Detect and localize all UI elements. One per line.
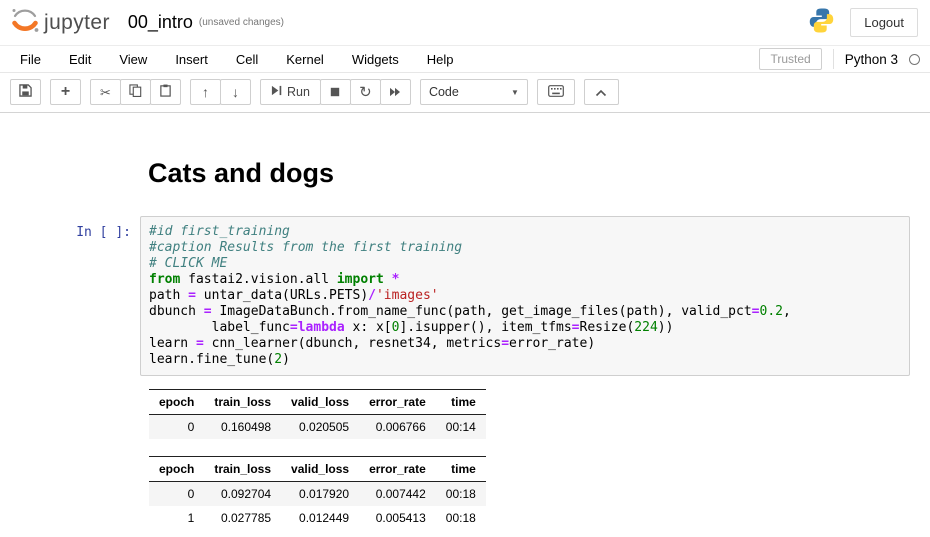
table-cell: 0.006766 [359,415,436,440]
copy-cells-button[interactable] [120,79,151,105]
restart-kernel-button[interactable]: ↻ [350,79,381,105]
interrupt-kernel-button[interactable] [320,79,351,105]
menu-item-edit[interactable]: Edit [55,47,105,72]
save-button[interactable] [10,79,41,105]
fast-forward-icon [389,85,401,100]
move-cell-up-button[interactable]: ↑ [190,79,221,105]
table-cell: 0.092704 [204,482,281,507]
logout-button[interactable]: Logout [850,8,918,37]
table-row: 10.0277850.0124490.00541300:18 [149,506,486,530]
table-header-cell: time [436,457,486,482]
menu-item-cell[interactable]: Cell [222,47,272,72]
menu-items: FileEditViewInsertCellKernelWidgetsHelp [6,47,468,72]
cell-type-select[interactable]: Code ▼ [420,79,528,105]
table-cell: 0.027785 [204,506,281,530]
code-line: label_func=lambda x: x[0].isupper(), ite… [149,320,901,336]
menu-item-insert[interactable]: Insert [161,47,222,72]
table-cell: 0 [149,415,204,440]
menu-item-widgets[interactable]: Widgets [338,47,413,72]
run-button-label: Run [287,85,310,99]
table-cell: 00:18 [436,482,486,507]
autosave-status: (unsaved changes) [199,17,284,28]
cut-cells-button[interactable]: ✂ [90,79,121,105]
training-results-table: epochtrain_lossvalid_losserror_ratetime0… [149,456,486,530]
code-line: dbunch = ImageDataBunch.from_name_func(p… [149,304,901,320]
jupyter-logo[interactable]: jupyter [10,5,110,40]
stop-icon [330,85,340,100]
python-logo-icon [808,7,835,39]
table-header-cell: train_loss [204,390,281,415]
kernel-name: Python 3 [845,52,898,67]
code-line: path = untar_data(URLs.PETS)/'images' [149,288,901,304]
table-row: 00.1604980.0205050.00676600:14 [149,415,486,440]
toolbar: + ✂ ↑ ↓ Run ↻ [0,73,930,113]
table-header-cell: epoch [149,457,204,482]
table-header-cell: valid_loss [281,390,359,415]
code-line: learn = cnn_learner(dbunch, resnet34, me… [149,336,901,352]
menu-item-view[interactable]: View [105,47,161,72]
move-cell-down-button[interactable]: ↓ [220,79,251,105]
plus-icon: + [61,84,70,100]
restart-run-all-button[interactable] [380,79,411,105]
chevron-up-icon [595,85,607,100]
copy-icon [129,84,142,100]
code-cell: In [ ]: #id first_training#caption Resul… [0,216,930,376]
arrow-down-icon: ↓ [232,85,239,99]
menu-bar: FileEditViewInsertCellKernelWidgetsHelp … [0,45,930,73]
refresh-icon: ↻ [359,85,372,100]
clipboard-icon [159,84,172,100]
training-results-table: epochtrain_lossvalid_losserror_ratetime0… [149,389,486,439]
notebook-area: Cats and dogs In [ ]: #id first_training… [0,113,930,530]
code-line: # CLICK ME [149,256,901,272]
table-header-cell: time [436,390,486,415]
menu-item-help[interactable]: Help [413,47,468,72]
table-cell: 0.012449 [281,506,359,530]
input-prompt: In [ ]: [0,216,140,376]
code-line: learn.fine_tune(2) [149,352,901,368]
kernel-separator [833,49,834,69]
table-cell: 0 [149,482,204,507]
scissors-icon: ✂ [100,86,111,99]
table-cell: 0.160498 [204,415,281,440]
table-header-cell: error_rate [359,457,436,482]
output-area: epochtrain_lossvalid_losserror_ratetime0… [149,389,930,530]
arrow-up-icon: ↑ [202,85,209,99]
jupyter-logo-text: jupyter [44,11,110,35]
table-cell: 1 [149,506,204,530]
table-cell: 0.005413 [359,506,436,530]
jupyter-logo-icon [10,5,40,40]
table-cell: 00:14 [436,415,486,440]
collapse-toolbar-button[interactable] [584,79,619,105]
save-icon [19,84,32,100]
command-palette-button[interactable] [537,79,575,105]
table-header-cell: epoch [149,390,204,415]
cell-type-value: Code [429,85,459,99]
header: jupyter 00_intro (unsaved changes) Logou… [0,0,930,45]
table-header-cell: train_loss [204,457,281,482]
kernel-idle-icon [909,54,920,65]
code-line: #caption Results from the first training [149,240,901,256]
table-header-cell: valid_loss [281,457,359,482]
table-cell: 0.017920 [281,482,359,507]
table-cell: 0.020505 [281,415,359,440]
trusted-badge[interactable]: Trusted [759,48,821,70]
insert-cell-below-button[interactable]: + [50,79,81,105]
run-button[interactable]: Run [260,79,321,105]
keyboard-icon [548,85,564,100]
code-content: #id first_training#caption Results from … [149,224,901,368]
markdown-heading[interactable]: Cats and dogs [148,158,930,189]
table-row: 00.0927040.0179200.00744200:18 [149,482,486,507]
table-cell: 00:18 [436,506,486,530]
code-line: from fastai2.vision.all import * [149,272,901,288]
notebook-title[interactable]: 00_intro [128,12,193,33]
paste-cells-button[interactable] [150,79,181,105]
table-cell: 0.007442 [359,482,436,507]
run-icon [271,85,282,99]
chevron-down-icon: ▼ [511,88,519,97]
menu-item-kernel[interactable]: Kernel [272,47,338,72]
table-header-cell: error_rate [359,390,436,415]
code-editor[interactable]: #id first_training#caption Results from … [140,216,910,376]
code-line: #id first_training [149,224,901,240]
menu-item-file[interactable]: File [6,47,55,72]
